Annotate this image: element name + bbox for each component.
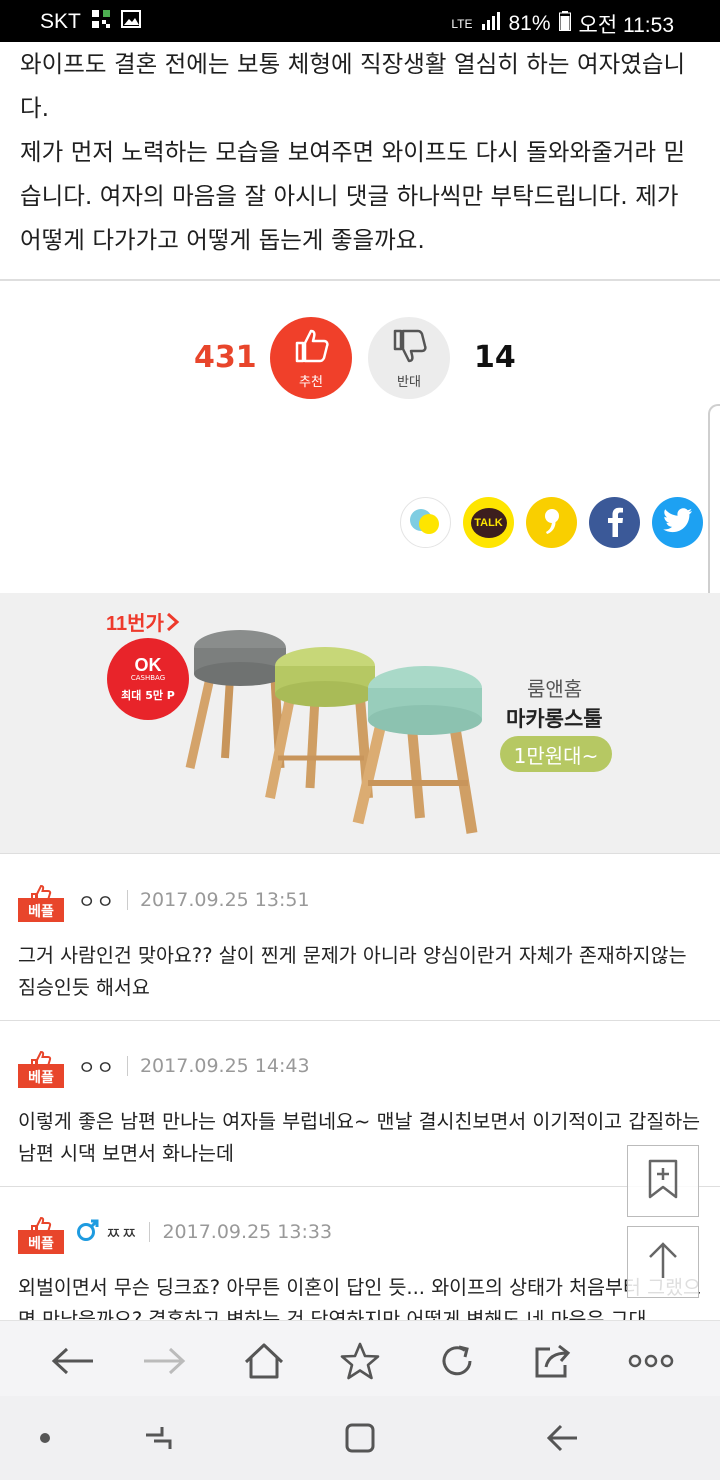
- forward-button[interactable]: [142, 1339, 186, 1383]
- back-button[interactable]: [51, 1339, 95, 1383]
- ad-brand-text: 11번가: [106, 613, 164, 635]
- downvote-label: 반대: [397, 374, 421, 390]
- more-menu-button[interactable]: [628, 1339, 674, 1383]
- comma-icon: [541, 506, 563, 540]
- ad-price-tag: 1만원대~: [500, 736, 612, 772]
- more-dots-icon: [628, 1354, 674, 1368]
- arrow-right-icon: [144, 1347, 186, 1375]
- home-button[interactable]: [242, 1339, 286, 1383]
- thumbs-down-icon: [389, 327, 429, 369]
- facebook-icon: [605, 505, 625, 541]
- kakaostory-icon: [407, 506, 445, 540]
- battery-percent: 81%: [508, 12, 551, 35]
- upvote-button[interactable]: 추천: [270, 317, 352, 399]
- clock: 오전 11:53: [578, 14, 674, 37]
- downvote-count: 14: [474, 340, 516, 375]
- comment-text: 이렇게 좋은 남편 만나는 여자들 부럽네요~ 맨날 결시친보면서 이기적이고 …: [18, 1110, 701, 1165]
- ok-cashbag-title: OK: [134, 654, 162, 675]
- article-paragraph: 와이프도 결혼 전에는 보통 체형에 직장생활 열심히 하는 여자였습니다.: [20, 50, 686, 122]
- battery-icon: [558, 11, 571, 37]
- ad-banner[interactable]: 11번가 OK CASHBAG 최대 5만 P 룸앤홈 마카롱스툴 1만원대~: [0, 593, 720, 854]
- separator: [126, 890, 128, 910]
- divider: [0, 1186, 720, 1187]
- best-reply-badge: 베플: [18, 1046, 64, 1088]
- upvote-label: 추천: [299, 374, 323, 390]
- article-body: 와이프도 결혼 전에는 보통 체형에 직장생활 열심히 하는 여자였습니다. 제…: [20, 42, 700, 262]
- best-reply-label: 베플: [28, 1236, 54, 1252]
- arrow-left-icon: [51, 1347, 93, 1375]
- home-icon: [244, 1343, 284, 1379]
- separator: [126, 1056, 128, 1076]
- bookmark-add-button[interactable]: [627, 1145, 699, 1217]
- chevron-right-icon: [166, 612, 180, 631]
- share-icon: [535, 1344, 571, 1378]
- dot-icon: [40, 1433, 50, 1443]
- twitter-share-button[interactable]: [652, 497, 703, 548]
- comment-text: 외벌이면서 무슨 딩크죠? 아무튼 이혼이 답인 듯... 와이프의 상태가 처…: [18, 1276, 701, 1320]
- system-nav-bar: [0, 1396, 720, 1480]
- star-icon: [340, 1342, 380, 1380]
- recent-apps-icon: [146, 1427, 172, 1449]
- refresh-icon: [442, 1345, 472, 1376]
- ad-product-name: 마카롱스툴: [506, 707, 603, 731]
- comment-nickname[interactable]: ㅇㅇ: [78, 1053, 115, 1080]
- refresh-button[interactable]: [435, 1339, 479, 1383]
- separator: [149, 1222, 151, 1242]
- kakaotalk-icon: TALK: [470, 507, 507, 538]
- scroll-top-button[interactable]: [627, 1226, 699, 1298]
- ad-brand-logo: 11번가: [106, 607, 180, 636]
- best-reply-label: 베플: [28, 1070, 54, 1086]
- ad-shop-name: 룸앤홈: [527, 677, 583, 701]
- divider: [0, 853, 720, 854]
- article-paragraph: 제가 먼저 노력하는 모습을 보여주면 와이프도 다시 돌와와줄거라 믿습니다.…: [20, 138, 686, 254]
- comment-date: 2017.09.25 14:43: [139, 1055, 310, 1077]
- comment-header: 베플 ㅉㅉ 2017.09.25 13:33: [18, 1212, 333, 1254]
- browser-toolbar: [0, 1320, 720, 1397]
- facebook-share-button[interactable]: [589, 497, 640, 548]
- ok-cashbag-reward: 최대 5만 P: [121, 688, 175, 702]
- bookmark-plus-icon: [646, 1159, 680, 1203]
- signal-icon: [481, 12, 501, 36]
- kakaotalk-share-button[interactable]: TALK: [463, 497, 514, 548]
- bookmark-button[interactable]: [338, 1339, 382, 1383]
- thumbs-up-icon: [291, 327, 331, 369]
- comment-text: 그거 사람인건 맞아요?? 살이 찐게 문제가 아니라 양심이란거 자체가 존재…: [18, 944, 687, 999]
- kakaostory-share-button[interactable]: [400, 497, 451, 548]
- twitter-icon: [662, 507, 693, 538]
- stool-product-image: [185, 630, 482, 834]
- upvote-count: 431: [194, 340, 257, 375]
- carrier-label: SKT: [40, 10, 81, 33]
- square-home-icon: [345, 1423, 375, 1453]
- comment-date: 2017.09.25 13:33: [162, 1221, 333, 1243]
- arrow-up-icon: [646, 1240, 680, 1284]
- back-nav-button[interactable]: [542, 1420, 582, 1456]
- divider: [0, 279, 720, 281]
- comment-header: 베플 ㅇㅇ 2017.09.25 13:51: [18, 880, 310, 922]
- status-bar: SKT LTE 81% 오전 11:53: [0, 0, 720, 42]
- divider: [0, 1020, 720, 1021]
- best-reply-badge: 베플: [18, 1212, 64, 1254]
- downvote-button[interactable]: 반대: [368, 317, 450, 399]
- share-button[interactable]: [531, 1339, 575, 1383]
- male-icon: [76, 1218, 100, 1246]
- ok-cashbag-sub: CASHBAG: [130, 673, 166, 682]
- network-type: LTE: [451, 17, 473, 31]
- comment-date: 2017.09.25 13:51: [139, 889, 310, 911]
- back-arrow-icon: [546, 1424, 577, 1452]
- qr-app-icon: [91, 9, 111, 35]
- image-notification-icon: [120, 10, 141, 34]
- share-buttons: TALK: [400, 497, 703, 548]
- nav-dot-button[interactable]: [25, 1420, 65, 1456]
- best-reply-badge: 베플: [18, 880, 64, 922]
- comment-nickname[interactable]: ㅉㅉ: [106, 1220, 137, 1244]
- home-nav-button[interactable]: [340, 1420, 380, 1456]
- ok-cashbag-badge: OK CASHBAG 최대 5만 P: [107, 638, 189, 720]
- recent-apps-button[interactable]: [138, 1420, 178, 1456]
- best-reply-label: 베플: [28, 904, 54, 920]
- kakao-share-button[interactable]: [526, 497, 577, 548]
- comment-nickname[interactable]: ㅇㅇ: [78, 887, 115, 914]
- comment-header: 베플 ㅇㅇ 2017.09.25 14:43: [18, 1046, 310, 1088]
